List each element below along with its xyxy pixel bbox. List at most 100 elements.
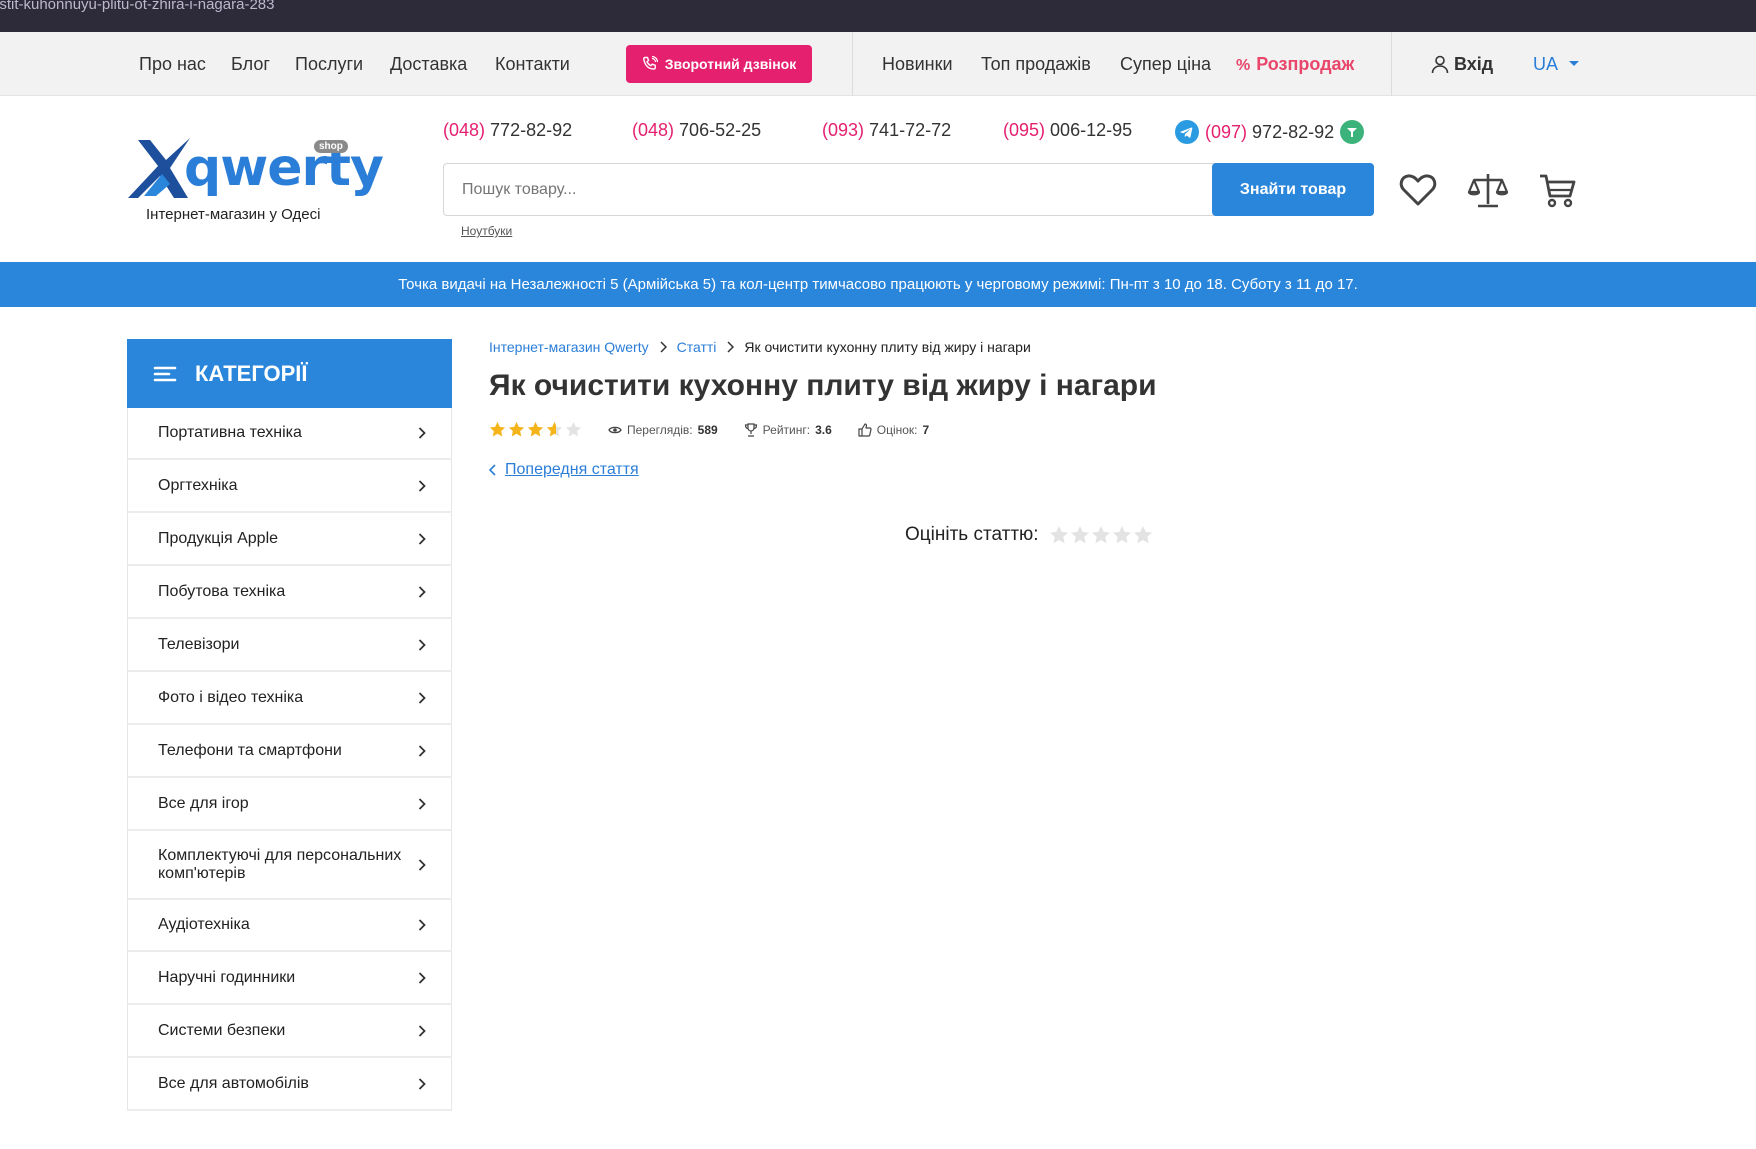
breadcrumb-current: Як очистити кухонну плиту від жиру і наг…: [744, 339, 1031, 355]
category-label: Побутова техніка: [158, 582, 286, 600]
nav-blog[interactable]: Блог: [231, 32, 270, 96]
category-item[interactable]: Телефони та смартфони: [127, 725, 452, 778]
breadcrumb-home[interactable]: Інтернет-магазин Qwerty: [489, 339, 649, 355]
category-item[interactable]: Аудіотехніка: [127, 900, 452, 952]
nav-sale[interactable]: % Розпродаж: [1236, 32, 1354, 96]
chevron-right-icon: [727, 341, 735, 353]
chevron-right-icon: [418, 427, 426, 439]
viber-icon[interactable]: [1340, 120, 1365, 144]
star-icon: [508, 421, 525, 437]
phone-link[interactable]: (048) 772-82-92: [443, 120, 572, 141]
logo-wordmark: qwerty: [184, 138, 384, 198]
compare-button[interactable]: [1466, 168, 1510, 212]
category-label: Телевізори: [158, 635, 240, 653]
nav-contacts[interactable]: Контакти: [495, 32, 570, 96]
category-label: Продукція Apple: [158, 529, 279, 547]
scales-icon: [1467, 174, 1509, 208]
star-icon: [489, 421, 506, 437]
rate-article: Оцініть статтю:: [905, 524, 1153, 546]
nav-super-price[interactable]: Супер ціна: [1120, 32, 1211, 96]
chevron-right-icon: [418, 1077, 426, 1090]
search-input[interactable]: [444, 164, 1212, 215]
cart-icon: [1540, 174, 1576, 208]
star-icon: [546, 421, 563, 437]
nav-top-sales[interactable]: Топ продажів: [981, 32, 1091, 96]
phone-link[interactable]: (097) 972-82-92: [1175, 120, 1365, 144]
trophy-icon: [744, 422, 757, 437]
category-item[interactable]: Все для ігор: [127, 778, 452, 831]
login-link[interactable]: Вхід: [1430, 32, 1493, 96]
category-item[interactable]: Комплектуючі для персональних комп'ютері…: [127, 831, 452, 900]
chevron-right-icon: [418, 858, 426, 871]
phone-code: (048): [632, 120, 675, 140]
nav-divider: [1391, 32, 1392, 96]
phone-link[interactable]: (048) 706-52-25: [632, 120, 761, 141]
category-label: Все для автомобілів: [158, 1074, 309, 1092]
phone-link[interactable]: (093) 741-72-72: [822, 120, 951, 141]
previous-article-label: Попередня стаття: [505, 461, 639, 478]
url-text: istit-kuhonnuyu-plitu-ot-zhira-i-nagara-…: [0, 0, 275, 13]
phone-link[interactable]: (095) 006-12-95: [1003, 120, 1132, 141]
chevron-right-icon: [660, 341, 667, 353]
chevron-right-icon: [418, 479, 426, 492]
category-item[interactable]: Оргтехніка: [127, 460, 452, 513]
category-item[interactable]: Портативна техніка: [127, 408, 452, 460]
previous-article-link[interactable]: Попередня стаття: [489, 461, 1689, 479]
percent-icon: %: [1236, 57, 1251, 74]
category-item[interactable]: Продукція Apple: [127, 513, 452, 566]
search-hint-link[interactable]: Ноутбуки: [461, 224, 512, 238]
language-select[interactable]: UA: [1533, 32, 1580, 96]
phone-number: 741-72-72: [869, 120, 952, 140]
rate-stars-input[interactable]: [1049, 525, 1153, 545]
chevron-left-icon: [489, 464, 496, 476]
star-icon: [565, 421, 582, 437]
category-item[interactable]: Наручні годинники: [127, 952, 452, 1005]
category-label: Все для ігор: [158, 794, 249, 812]
search-bar: Знайти товар: [443, 163, 1374, 216]
browser-url-bar[interactable]: istit-kuhonnuyu-plitu-ot-zhira-i-nagara-…: [0, 0, 1756, 32]
views-value: 589: [697, 422, 718, 437]
phone-number: 972-82-92: [1252, 121, 1335, 142]
chevron-right-icon: [418, 585, 426, 598]
categories-title: КАТЕГОРІЇ: [195, 360, 308, 386]
login-label: Вхід: [1454, 54, 1494, 74]
wishlist-button[interactable]: [1396, 168, 1440, 212]
category-item[interactable]: Все для автомобілів: [127, 1058, 452, 1111]
category-label: Комплектуючі для персональних комп'ютері…: [158, 846, 402, 882]
nav-services[interactable]: Послуги: [295, 32, 363, 96]
site-logo[interactable]: qwerty shop Інтернет-магазин у Одесі: [124, 136, 384, 236]
category-item[interactable]: Фото і відео техніка: [127, 672, 452, 725]
search-button[interactable]: Знайти товар: [1212, 163, 1374, 216]
category-item[interactable]: Побутова техніка: [127, 566, 452, 619]
nav-sale-label: Розпродаж: [1256, 54, 1355, 74]
rating-info: Рейтинг: 3.6: [744, 423, 832, 437]
telegram-icon[interactable]: [1175, 120, 1199, 144]
callback-button[interactable]: Зворотний дзвінок: [626, 45, 812, 83]
page-title: Як очистити кухонну плиту від жиру і наг…: [489, 369, 1157, 402]
chevron-right-icon: [418, 744, 426, 757]
article-content: Інтернет-магазин Qwerty Статті Як очисти…: [489, 339, 1689, 545]
categories-sidebar: КАТЕГОРІЇ Портативна техніка Оргтехніка Пр…: [127, 339, 452, 1111]
categories-header[interactable]: КАТЕГОРІЇ: [127, 339, 452, 408]
chevron-right-icon: [418, 797, 426, 810]
chevron-right-icon: [418, 919, 426, 931]
category-label: Наручні годинники: [158, 968, 296, 986]
rating-value: 3.6: [815, 422, 832, 437]
nav-about[interactable]: Про нас: [139, 32, 206, 96]
star-icon: [1049, 526, 1068, 544]
nav-new[interactable]: Новинки: [882, 32, 953, 96]
cart-button[interactable]: [1536, 168, 1580, 212]
star-icon: [1091, 526, 1110, 544]
chevron-right-icon: [418, 1024, 426, 1037]
site-header: qwerty shop Інтернет-магазин у Одесі (04…: [0, 96, 1756, 262]
nav-delivery[interactable]: Доставка: [390, 32, 467, 96]
votes-label: Оцінок:: [876, 422, 918, 437]
phone-number: 772-82-92: [490, 120, 573, 140]
star-icon: [1070, 526, 1089, 544]
category-item[interactable]: Телевізори: [127, 619, 452, 672]
language-label: UA: [1533, 54, 1558, 74]
breadcrumb-articles[interactable]: Статті: [677, 339, 717, 355]
category-item[interactable]: Системи безпеки: [127, 1005, 452, 1058]
rate-prompt: Оцініть статтю:: [905, 524, 1039, 545]
votes-value: 7: [922, 422, 930, 437]
